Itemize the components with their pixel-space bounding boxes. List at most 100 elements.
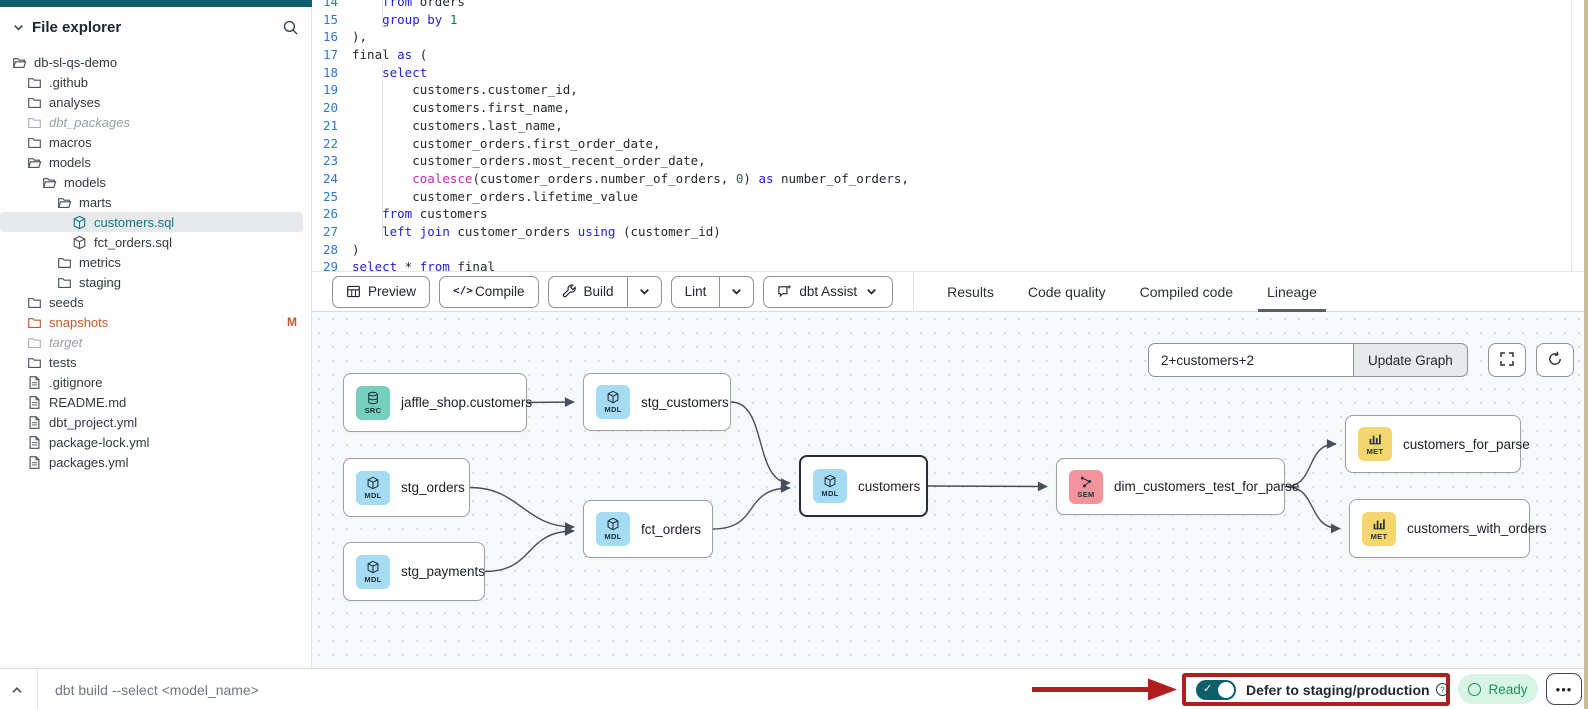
table-icon [346,284,361,299]
code-line-25: 25 customer_orders.lifetime_value [312,188,1584,206]
file-item-readme-md[interactable]: README.md [0,392,303,412]
fullscreen-button[interactable] [1488,343,1526,377]
lineage-node-fct-orders[interactable]: MDLfct_orders [583,500,713,558]
line-number: 23 [312,152,352,170]
folder-item-snapshots[interactable]: snapshotsM [0,312,303,332]
code-line-28: 28) [312,241,1584,259]
folder-item-db-sl-qs-demo[interactable]: db-sl-qs-demo [0,52,303,72]
svg-text:?: ? [1440,685,1445,694]
file-item-package-lock-yml[interactable]: package-lock.yml [0,432,303,452]
folder-open-icon [27,155,42,170]
file-tree: db-sl-qs-demo.githubanalysesdbt_packages… [0,52,311,472]
refresh-button[interactable] [1536,343,1574,377]
wrench-icon [562,284,577,299]
lint-dropdown-button[interactable] [720,276,754,308]
lineage-node-jaffle-shop-customers[interactable]: SRCjaffle_shop.customers [343,373,527,432]
folder-item-seeds[interactable]: seeds [0,292,303,312]
chevron-down-icon [864,284,879,299]
lineage-node-dim-customers-test-for-parse[interactable]: SEMdim_customers_test_for_parse [1056,458,1285,515]
tree-item-label: packages.yml [49,455,128,470]
lineage-node-customers-for-parse[interactable]: METcustomers_for_parse [1345,415,1521,473]
folder-item-dbt-packages[interactable]: dbt_packages [0,112,303,132]
preview-button[interactable]: Preview [332,276,430,308]
build-button[interactable]: Build [548,276,628,308]
folder-item--github[interactable]: .github [0,72,303,92]
file-item-customers-sql[interactable]: customers.sql [0,212,303,232]
tab-lineage[interactable]: Lineage [1250,271,1334,312]
tree-item-label: package-lock.yml [49,435,149,450]
folder-item-target[interactable]: target [0,332,303,352]
file-item-fct-orders-sql[interactable]: fct_orders.sql [0,232,303,252]
line-number: 22 [312,135,352,153]
update-graph-button[interactable]: Update Graph [1353,343,1468,377]
line-number: 20 [312,99,352,117]
code-line-18: 18 select [312,64,1584,82]
file-item-packages-yml[interactable]: packages.yml [0,452,303,472]
code-icon: </> [453,284,468,299]
folder-item-analyses[interactable]: analyses [0,92,303,112]
lineage-node-customers-with-orders[interactable]: METcustomers_with_orders [1349,499,1530,558]
folder-item-models[interactable]: models [0,172,303,192]
compile-button[interactable]: </> Compile [439,276,539,308]
folder-icon [27,295,42,310]
folder-open-icon [12,55,27,70]
line-number: 26 [312,205,352,223]
lineage-node-stg-orders[interactable]: MDLstg_orders [343,458,470,517]
folder-item-tests[interactable]: tests [0,352,303,372]
folder-icon [57,275,72,290]
folder-open-icon [57,195,72,210]
editor-scrollbar[interactable] [1571,0,1572,271]
file-icon [27,375,42,390]
code-editor[interactable]: 14 from orders15 group by 116),17final a… [312,0,1584,271]
model-icon [72,215,87,230]
tree-item-label: customers.sql [94,215,174,230]
indent-guide [382,81,383,99]
chevron-up-icon[interactable] [9,682,25,698]
code-lines: 14 from orders15 group by 116),17final a… [312,0,1584,271]
dbt-assist-button[interactable]: dbt Assist [763,276,893,308]
folder-item-models[interactable]: models [0,152,303,172]
more-options-button[interactable]: ••• [1546,673,1582,705]
indent-guide [382,64,383,82]
tab-code-quality[interactable]: Code quality [1011,271,1123,312]
folder-icon [27,135,42,150]
tab-results[interactable]: Results [930,271,1011,312]
help-icon[interactable]: ? [1435,682,1450,697]
lint-button[interactable]: Lint [671,276,721,308]
chevron-down-icon [729,284,744,299]
annotation-highlight-box: ✓ Defer to staging/production ? [1182,673,1450,706]
tree-item-label: fct_orders.sql [94,235,172,250]
file-item-dbt-project-yml[interactable]: dbt_project.yml [0,412,303,432]
folder-item-metrics[interactable]: metrics [0,252,303,272]
folder-icon [27,355,42,370]
indent-guide [382,11,383,29]
file-item--gitignore[interactable]: .gitignore [0,372,303,392]
lineage-node-stg-payments[interactable]: MDLstg_payments [343,542,485,601]
search-icon[interactable] [282,19,299,36]
chevron-down-icon[interactable] [12,21,25,34]
lineage-controls: Update Graph [1148,343,1574,377]
lineage-canvas[interactable]: SRCjaffle_shop.customers MDLstg_customers… [312,312,1584,668]
model-icon: MDL [596,385,630,419]
lineage-selector-input[interactable] [1148,343,1353,377]
model-icon: MDL [813,469,847,503]
editor-toolbar: Preview </> Compile Build Lint [312,271,1584,312]
tree-item-label: macros [49,135,92,150]
folder-item-marts[interactable]: marts [0,192,303,212]
command-input[interactable] [55,676,755,703]
status-badge[interactable]: Ready [1458,674,1538,704]
statusbar-divider [37,669,38,709]
build-dropdown-button[interactable] [628,276,662,308]
defer-toggle[interactable]: ✓ [1196,680,1236,700]
lineage-node-stg-customers[interactable]: MDLstg_customers [583,373,731,431]
tree-item-label: seeds [49,295,84,310]
lineage-node-customers[interactable]: MDLcustomers [799,455,928,517]
screenshot-edge [1584,0,1588,709]
node-label: dim_customers_test_for_parse [1114,479,1299,494]
folder-item-macros[interactable]: macros [0,132,303,152]
line-number: 18 [312,64,352,82]
code-line-20: 20 customers.first_name, [312,99,1584,117]
chevron-down-icon [637,284,652,299]
folder-item-staging[interactable]: staging [0,272,303,292]
tab-compiled-code[interactable]: Compiled code [1123,271,1250,312]
